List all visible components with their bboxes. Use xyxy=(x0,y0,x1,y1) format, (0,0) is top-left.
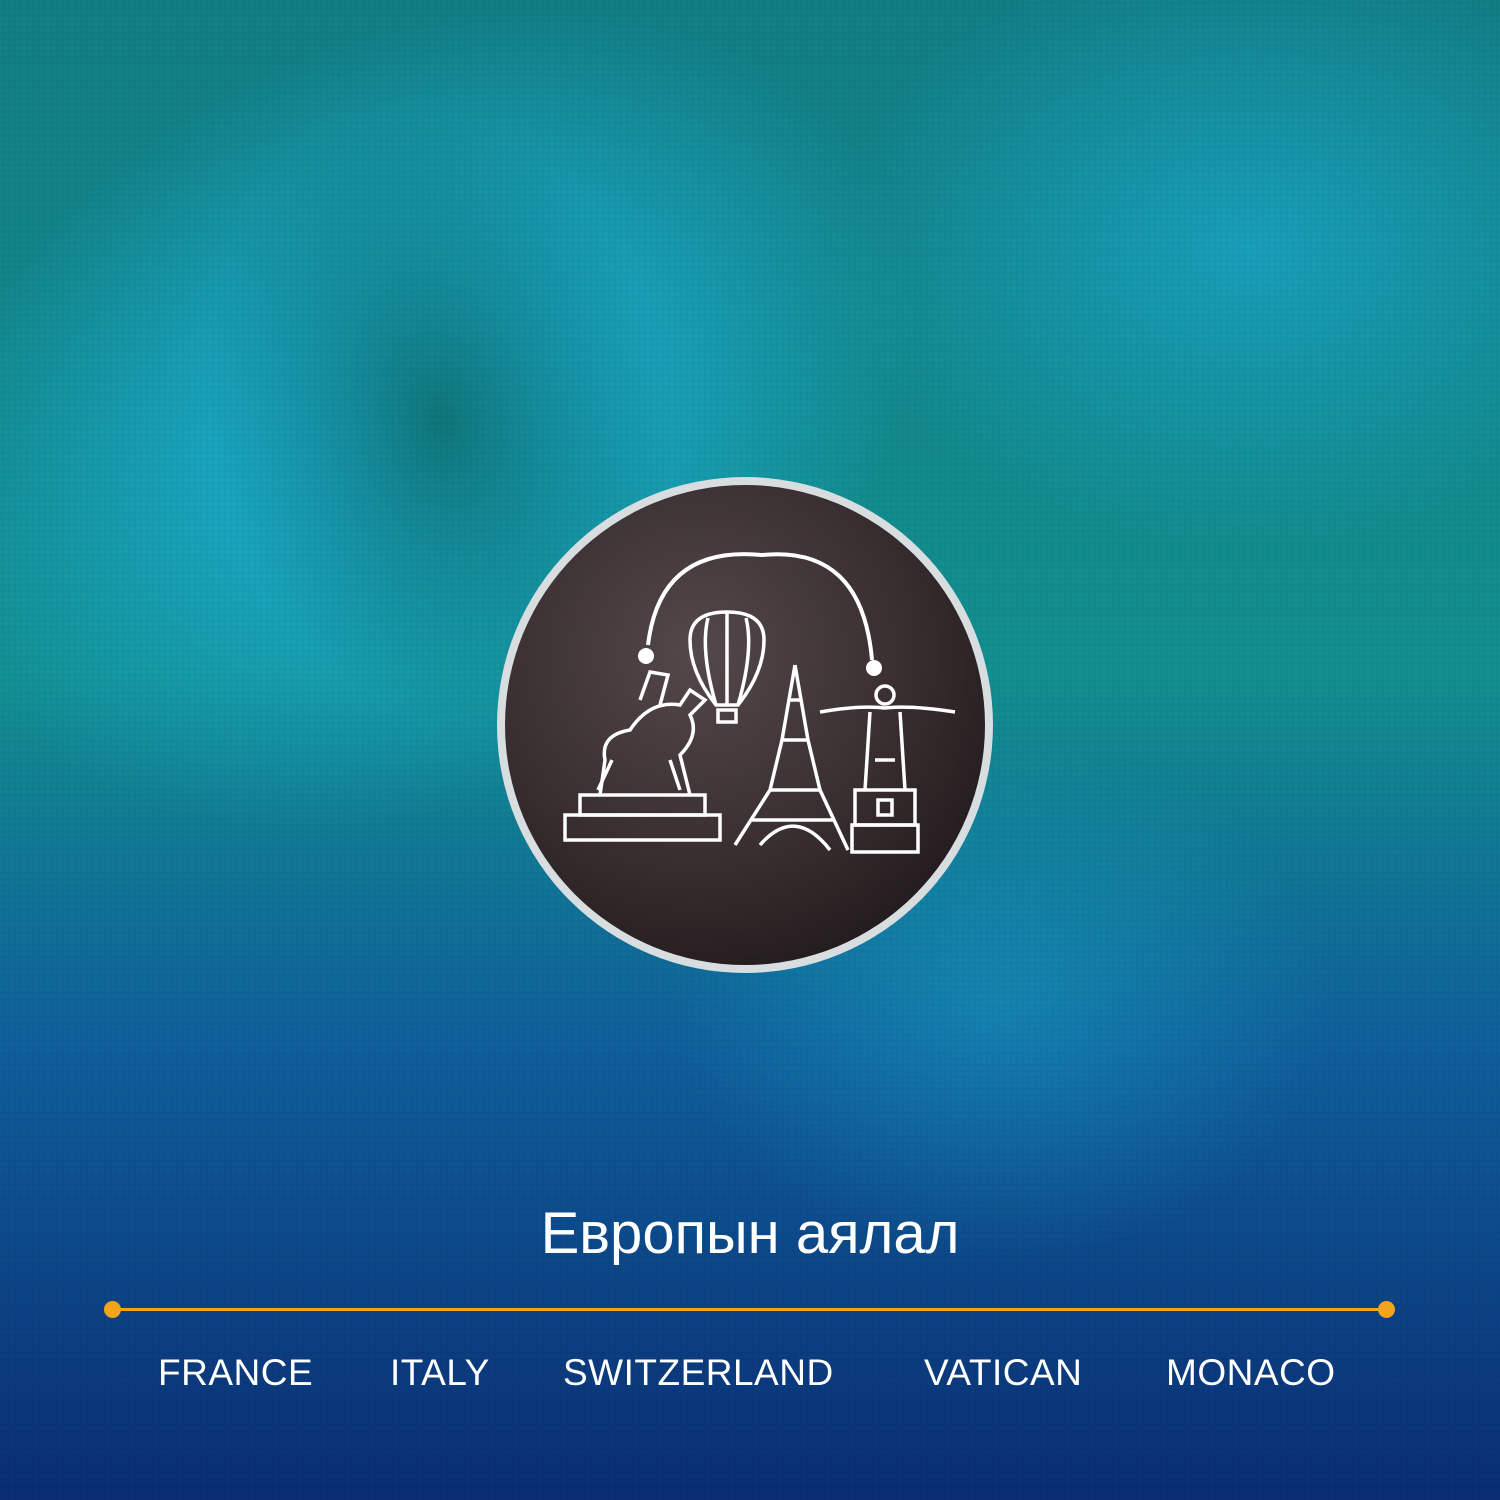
country-italy: ITALY xyxy=(390,1352,490,1393)
fabric-background xyxy=(0,0,1500,1500)
divider-dot-left xyxy=(104,1301,121,1318)
coin xyxy=(497,477,993,973)
country-vatican: VATICAN xyxy=(924,1352,1083,1393)
divider xyxy=(104,1301,1395,1318)
country-switzerland: SWITZERLAND xyxy=(563,1352,834,1393)
divider-line xyxy=(112,1308,1387,1311)
country-france: FRANCE xyxy=(158,1352,314,1393)
divider-dot-right xyxy=(1378,1301,1395,1318)
page-title: Европын аялал xyxy=(540,1201,960,1266)
country-monaco: MONACO xyxy=(1166,1352,1336,1393)
